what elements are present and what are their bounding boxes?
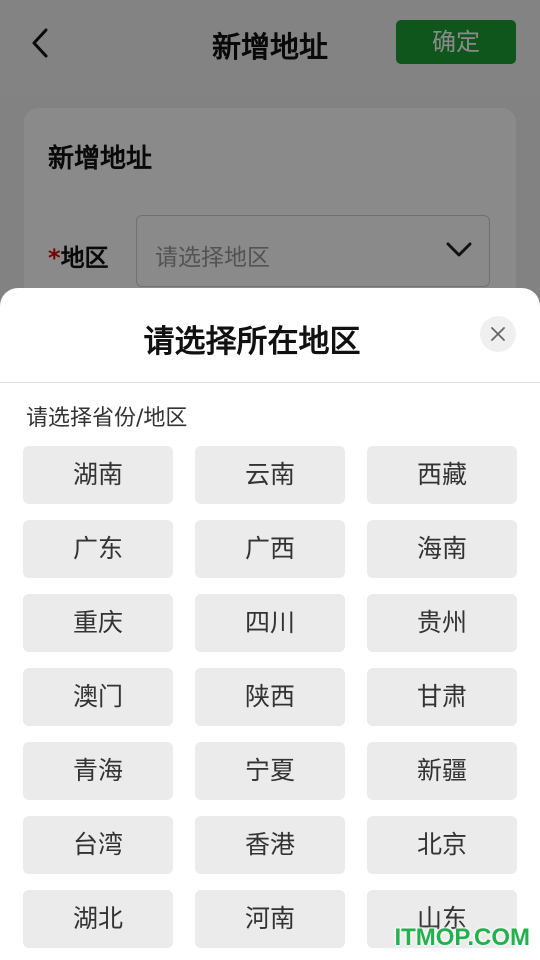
region-option[interactable]: 河南 — [195, 890, 345, 948]
region-option[interactable]: 湖南 — [23, 446, 173, 504]
region-option[interactable]: 陕西 — [195, 668, 345, 726]
region-options-grid: 湖南 云南 西藏 广东 广西 海南 重庆 四川 贵州 澳门 陕西 甘肃 青海 宁… — [23, 446, 518, 948]
region-option[interactable]: 四川 — [195, 594, 345, 652]
region-option[interactable]: 重庆 — [23, 594, 173, 652]
region-option[interactable]: 台湾 — [23, 816, 173, 874]
region-option[interactable]: 香港 — [195, 816, 345, 874]
region-option[interactable]: 广西 — [195, 520, 345, 578]
region-picker-sheet: 请选择所在地区 请选择省份/地区 湖南 云南 西藏 广东 广西 海南 重庆 四川… — [0, 288, 540, 960]
region-option[interactable]: 湖北 — [23, 890, 173, 948]
region-option[interactable]: 广东 — [23, 520, 173, 578]
region-option[interactable]: 甘肃 — [367, 668, 517, 726]
region-option[interactable]: 北京 — [367, 816, 517, 874]
close-icon — [491, 327, 505, 341]
region-option[interactable]: 贵州 — [367, 594, 517, 652]
region-option[interactable]: 澳门 — [23, 668, 173, 726]
watermark-logo: ITMOP.COM — [394, 924, 530, 951]
region-option[interactable]: 云南 — [195, 446, 345, 504]
sheet-title: 请选择所在地区 — [143, 324, 361, 360]
region-option[interactable]: 新疆 — [367, 742, 517, 800]
region-option[interactable]: 青海 — [23, 742, 173, 800]
province-section-label: 请选择省份/地区 — [26, 406, 188, 431]
region-option[interactable]: 西藏 — [367, 446, 517, 504]
sheet-divider — [0, 382, 540, 383]
region-option[interactable]: 宁夏 — [195, 742, 345, 800]
close-button[interactable] — [480, 316, 516, 352]
region-option[interactable]: 海南 — [367, 520, 517, 578]
